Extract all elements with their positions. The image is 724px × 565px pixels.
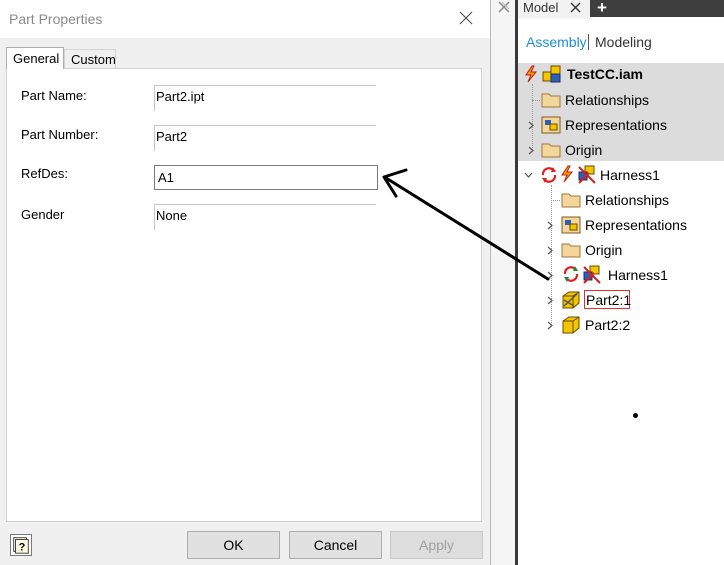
dialog-title: Part Properties (9, 11, 103, 27)
tree-node-origin[interactable]: Origin (585, 242, 622, 258)
collapse-chevron-icon[interactable] (524, 171, 533, 180)
stray-dot (633, 413, 638, 418)
view-mode-separator (588, 34, 589, 50)
expand-chevron-icon[interactable] (546, 271, 555, 280)
apply-button[interactable]: Apply (390, 531, 483, 559)
add-tab-button[interactable]: + (597, 0, 607, 16)
tree-node-representations[interactable]: Representations (565, 117, 667, 133)
tree-connector (532, 84, 533, 150)
refdes-input[interactable]: A1 (154, 165, 378, 190)
model-browser: Model + Assembly Modeling TestCC.iam Rel… (518, 0, 724, 565)
part-name-field[interactable]: Part2.ipt (154, 85, 376, 111)
part-icon (562, 316, 580, 334)
ok-button[interactable]: OK (187, 531, 280, 559)
tree-node-harness1-child[interactable]: Harness1 (608, 267, 668, 283)
modeling-view-link[interactable]: Modeling (595, 34, 652, 50)
expand-chevron-icon[interactable] (546, 296, 555, 305)
close-icon[interactable] (570, 2, 581, 13)
tree-node-relationships[interactable]: Relationships (565, 92, 649, 108)
part-electrical-icon (562, 291, 580, 309)
expand-chevron-icon[interactable] (527, 146, 536, 155)
pane-gap (491, 0, 515, 565)
dialog-titlebar: Part Properties (0, 0, 490, 38)
representations-icon (541, 116, 561, 134)
refdes-label: RefDes: (21, 166, 68, 181)
tab-custom[interactable]: Custom (64, 49, 116, 69)
panel-close-icon[interactable] (497, 0, 511, 14)
tree-node-root[interactable]: TestCC.iam (567, 66, 643, 82)
tree-node-part2-2[interactable]: Part2:2 (585, 317, 630, 333)
update-refresh-icon (563, 266, 579, 282)
gender-label: Gender (21, 207, 65, 222)
tree-node-origin[interactable]: Origin (565, 142, 602, 158)
expand-chevron-icon[interactable] (546, 246, 555, 255)
tree-connector (532, 100, 540, 101)
svg-text:?: ? (19, 541, 26, 553)
part-number-field[interactable]: Part2 (154, 125, 376, 151)
folder-icon (561, 193, 581, 208)
expand-chevron-icon[interactable] (527, 121, 536, 130)
folder-icon (541, 93, 561, 108)
tree-node-relationships[interactable]: Relationships (585, 192, 669, 208)
folder-icon (541, 143, 561, 158)
gender-field[interactable]: None (154, 204, 376, 230)
representations-icon (561, 216, 581, 234)
folder-icon (561, 243, 581, 258)
expand-chevron-icon[interactable] (546, 221, 555, 230)
assembly-icon (542, 65, 561, 83)
lightning-icon (561, 165, 574, 183)
harness-icon (583, 265, 601, 284)
part-name-label: Part Name: (21, 88, 87, 103)
expand-chevron-icon[interactable] (546, 321, 555, 330)
update-refresh-icon (541, 167, 557, 183)
tab-model[interactable]: Model (518, 0, 590, 19)
lightning-icon (525, 65, 538, 83)
assembly-view-link[interactable]: Assembly (526, 34, 587, 50)
part-number-label: Part Number: (21, 127, 99, 142)
part-properties-dialog: Part Properties General Custom Part Name… (0, 0, 491, 565)
tree-node-part2-1[interactable]: Part2:1 (586, 292, 631, 308)
help-question-icon[interactable]: ? (10, 534, 32, 556)
close-icon[interactable] (458, 10, 474, 26)
tree-node-representations[interactable]: Representations (585, 217, 687, 233)
tab-model-label: Model (523, 0, 559, 15)
tab-general[interactable]: General (6, 47, 64, 69)
harness-icon (578, 165, 596, 184)
tree-node-harness1[interactable]: Harness1 (600, 167, 660, 183)
tree-connector (551, 200, 560, 201)
cancel-button[interactable]: Cancel (289, 531, 382, 559)
